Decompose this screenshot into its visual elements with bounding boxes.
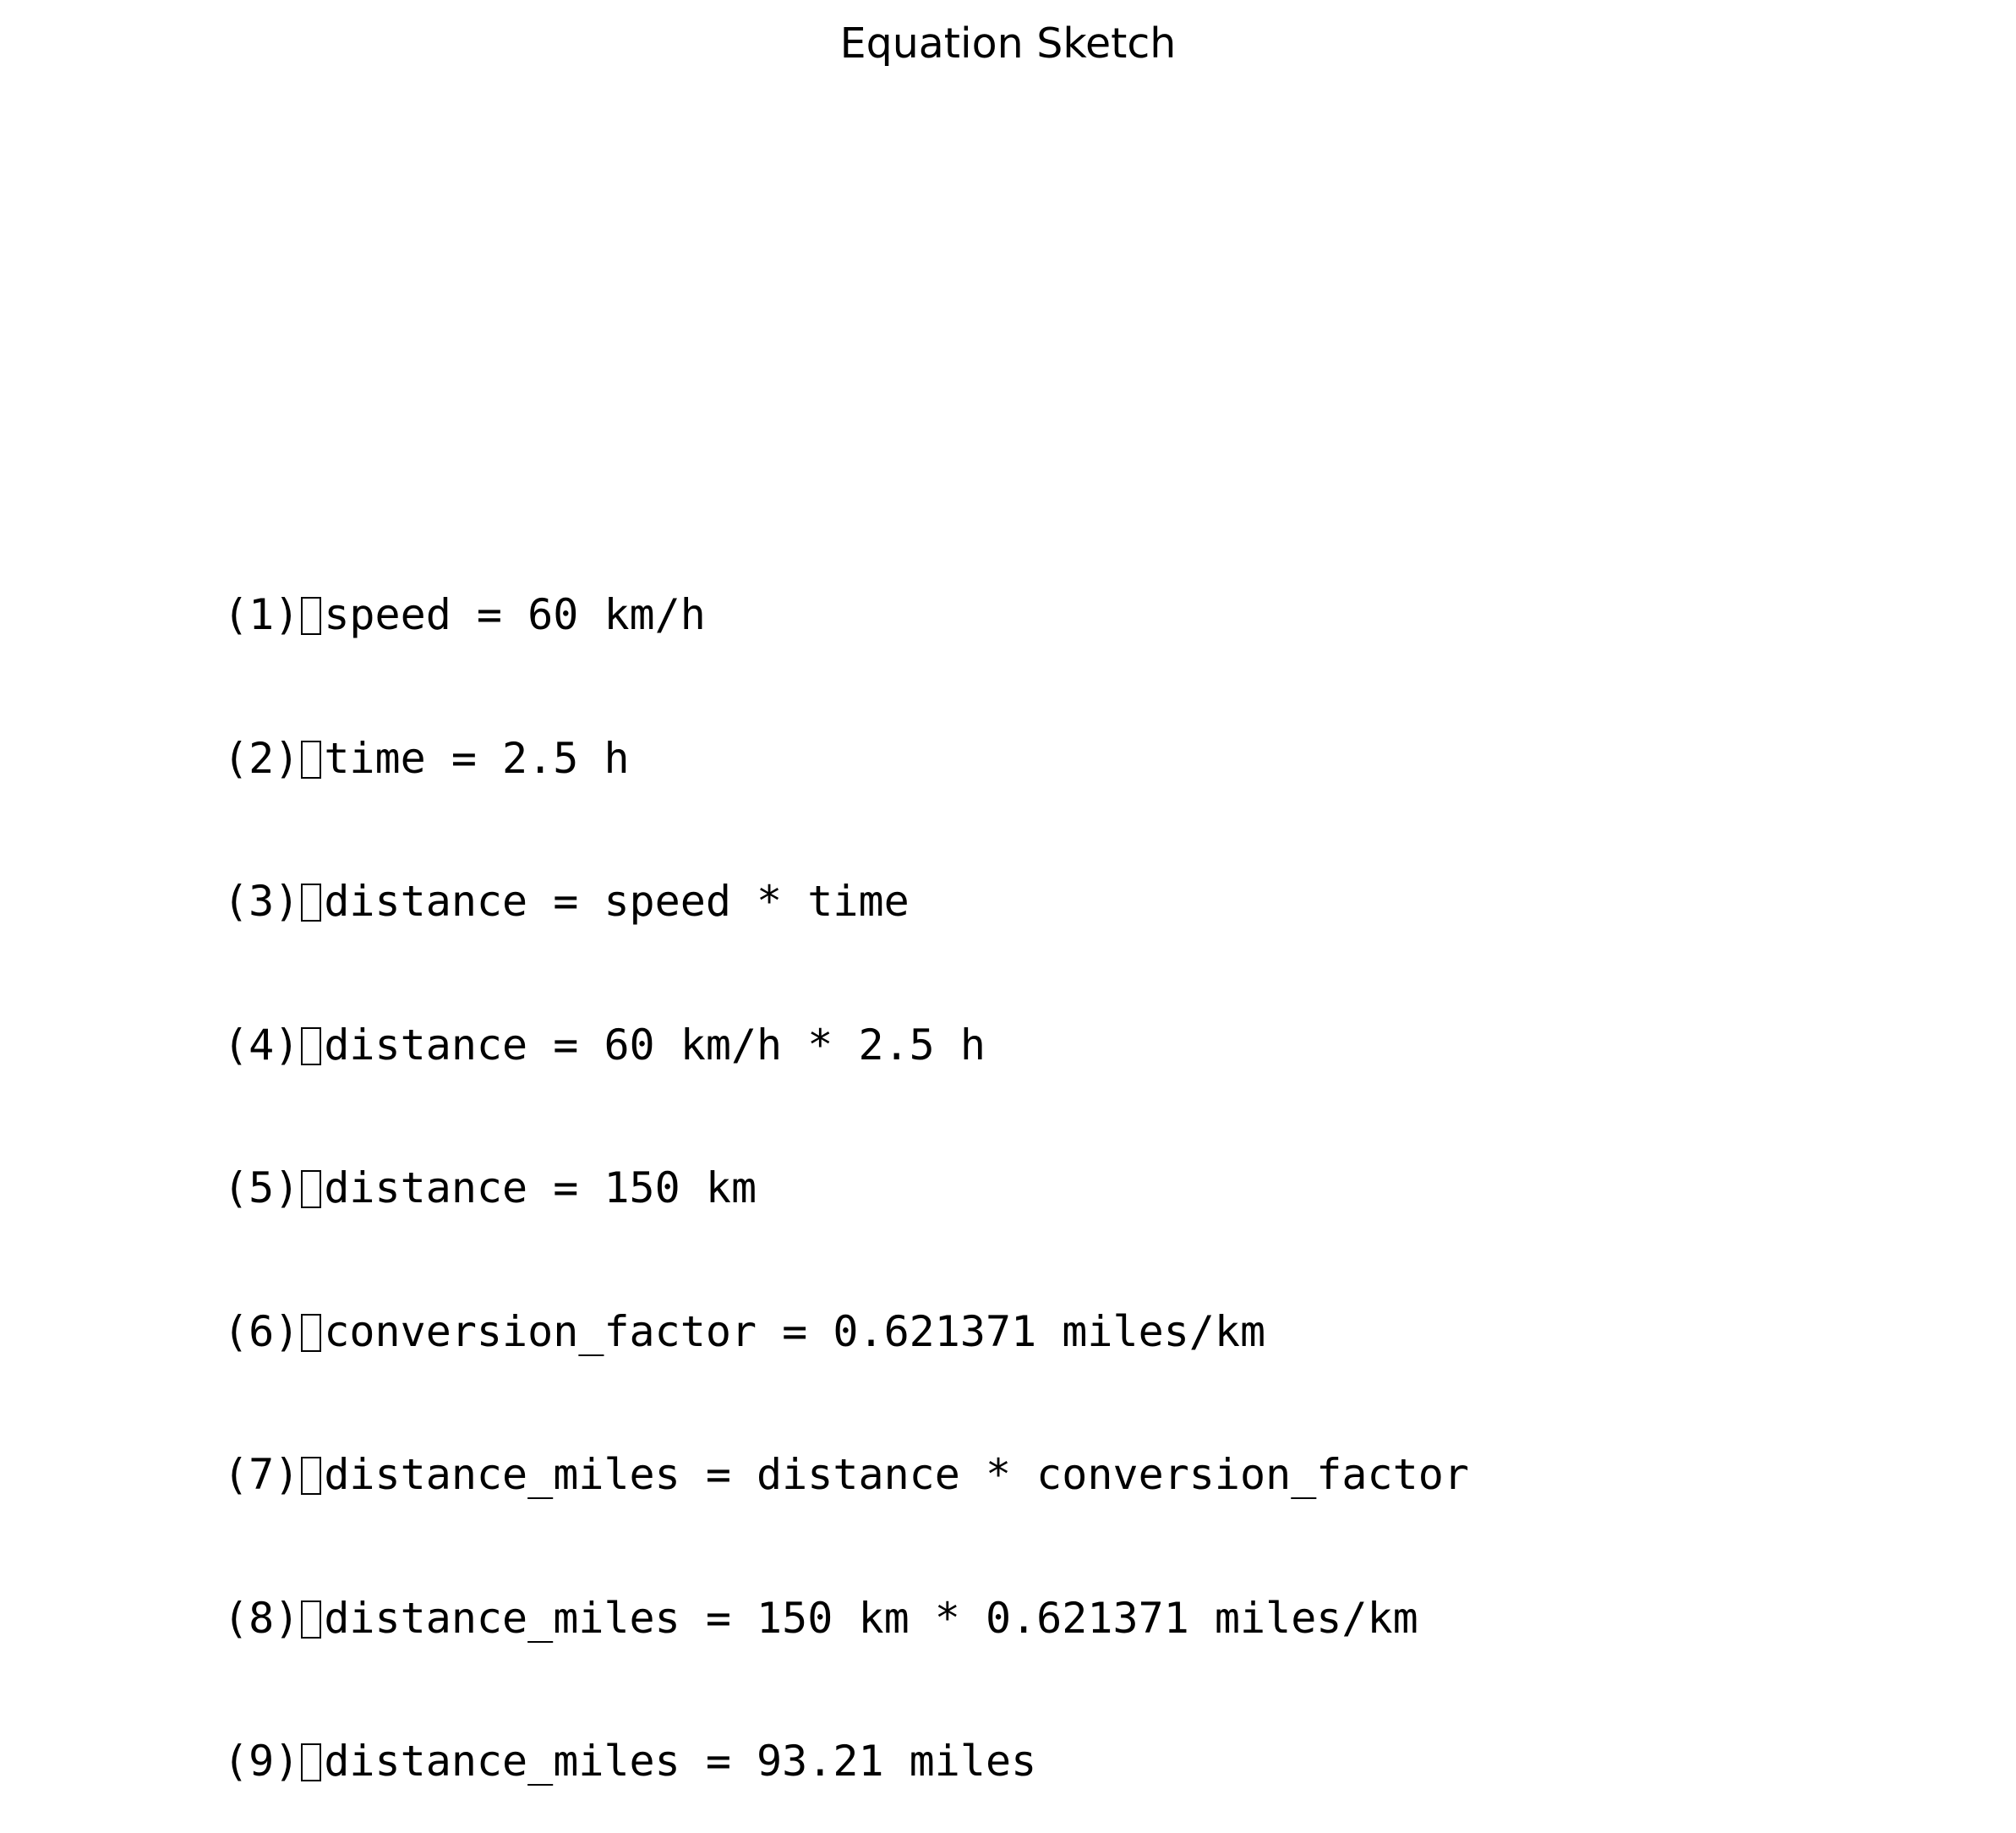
missing-glyph-box	[301, 1743, 322, 1781]
equation-number: (5)	[223, 1163, 300, 1212]
equation-expression: distance_miles = 150 km * 0.621371 miles…	[324, 1593, 1418, 1643]
equation-expression: speed = 60 km/h	[324, 590, 706, 639]
missing-glyph-box	[301, 884, 322, 922]
equation-number: (6)	[223, 1306, 300, 1356]
equation-expression: distance = 60 km/h * 2.5 h	[324, 1020, 986, 1070]
equation-line: (4) distance = 60 km/h * 2.5 h	[223, 1020, 1469, 1070]
equation-line: (9) distance_miles = 93.21 miles	[223, 1737, 1469, 1786]
equation-line: (2) time = 2.5 h	[223, 733, 1469, 783]
missing-glyph-box	[301, 1600, 322, 1639]
equation-expression: conversion_factor = 0.621371 miles/km	[324, 1306, 1266, 1356]
equation-line: (7) distance_miles = distance * conversio…	[223, 1451, 1469, 1499]
equation-expression: distance = 150 km	[324, 1163, 757, 1212]
equation-expression: time = 2.5 h	[324, 733, 630, 783]
page-title: Equation Sketch	[839, 19, 1177, 68]
missing-glyph-box	[301, 597, 322, 635]
equation-expression: distance = speed * time	[324, 877, 910, 926]
equation-number: (7)	[223, 1450, 300, 1499]
missing-glyph-box	[301, 1457, 322, 1495]
equation-line: (8) distance_miles = 150 km * 0.621371 mi…	[223, 1593, 1469, 1643]
missing-glyph-box	[301, 740, 322, 779]
equation-line: (3) distance = speed * time	[223, 878, 1469, 926]
missing-glyph-box	[301, 1026, 322, 1065]
equation-line: (5) distance = 150 km	[223, 1164, 1469, 1212]
equation-expression: distance_miles = 93.21 miles	[324, 1737, 1037, 1786]
equation-line: (6) conversion_factor = 0.621371 miles/km	[223, 1306, 1469, 1356]
equation-number: (2)	[223, 733, 300, 783]
equation-number: (3)	[223, 877, 300, 926]
equation-line: (1) speed = 60 km/h	[223, 591, 1469, 639]
equation-list: (1) speed = 60 km/h (2) time = 2.5 h (3) di…	[223, 495, 1469, 1833]
equation-number: (4)	[223, 1020, 300, 1070]
equation-number: (8)	[223, 1593, 300, 1643]
equation-number: (1)	[223, 590, 300, 639]
missing-glyph-box	[301, 1313, 322, 1352]
equation-number: (9)	[223, 1737, 300, 1786]
equation-expression: distance_miles = distance * conversion_f…	[324, 1450, 1469, 1499]
missing-glyph-box	[301, 1170, 322, 1208]
